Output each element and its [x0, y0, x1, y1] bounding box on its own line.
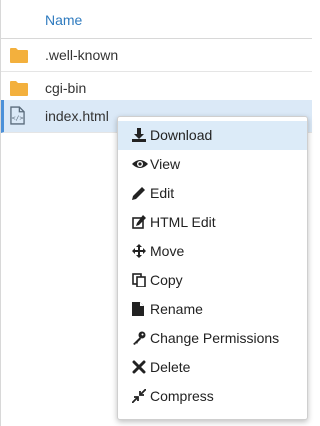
file-name: index.html [45, 108, 109, 124]
menu-item-edit[interactable]: Edit [118, 179, 307, 208]
copy-icon [132, 273, 146, 287]
menu-item-rename[interactable]: Rename [118, 295, 307, 324]
menu-item-move[interactable]: Move [118, 237, 307, 266]
compress-icon [132, 389, 146, 403]
context-menu: Download View Edit HTML Edit Move Copy R… [117, 116, 308, 420]
menu-item-download[interactable]: Download [118, 121, 307, 150]
menu-item-copy[interactable]: Copy [118, 266, 307, 295]
eye-icon [132, 160, 148, 168]
file-icon [132, 302, 144, 316]
html-file-icon: </> [10, 106, 25, 125]
folder-icon [10, 81, 28, 96]
key-icon [133, 331, 146, 345]
menu-item-change-permissions[interactable]: Change Permissions [118, 324, 307, 353]
menu-item-delete[interactable]: Delete [118, 353, 307, 382]
name-column-header[interactable]: Name [45, 12, 82, 28]
file-row[interactable]: .well-known [1, 39, 312, 72]
move-arrows-icon [132, 244, 146, 258]
edit-box-icon [132, 215, 146, 229]
x-icon [132, 360, 146, 374]
file-name: cgi-bin [45, 80, 87, 96]
file-list-header: Name [1, 0, 312, 39]
folder-icon [10, 48, 28, 63]
file-manager: Name .well-known cgi-bin </> index.html [0, 0, 312, 426]
pencil-icon [132, 187, 145, 200]
menu-item-view[interactable]: View [118, 150, 307, 179]
menu-item-html-edit[interactable]: HTML Edit [118, 208, 307, 237]
menu-item-compress[interactable]: Compress [118, 382, 307, 411]
file-name: .well-known [45, 47, 119, 63]
svg-text:</>: </> [12, 114, 24, 122]
download-icon [132, 128, 146, 142]
